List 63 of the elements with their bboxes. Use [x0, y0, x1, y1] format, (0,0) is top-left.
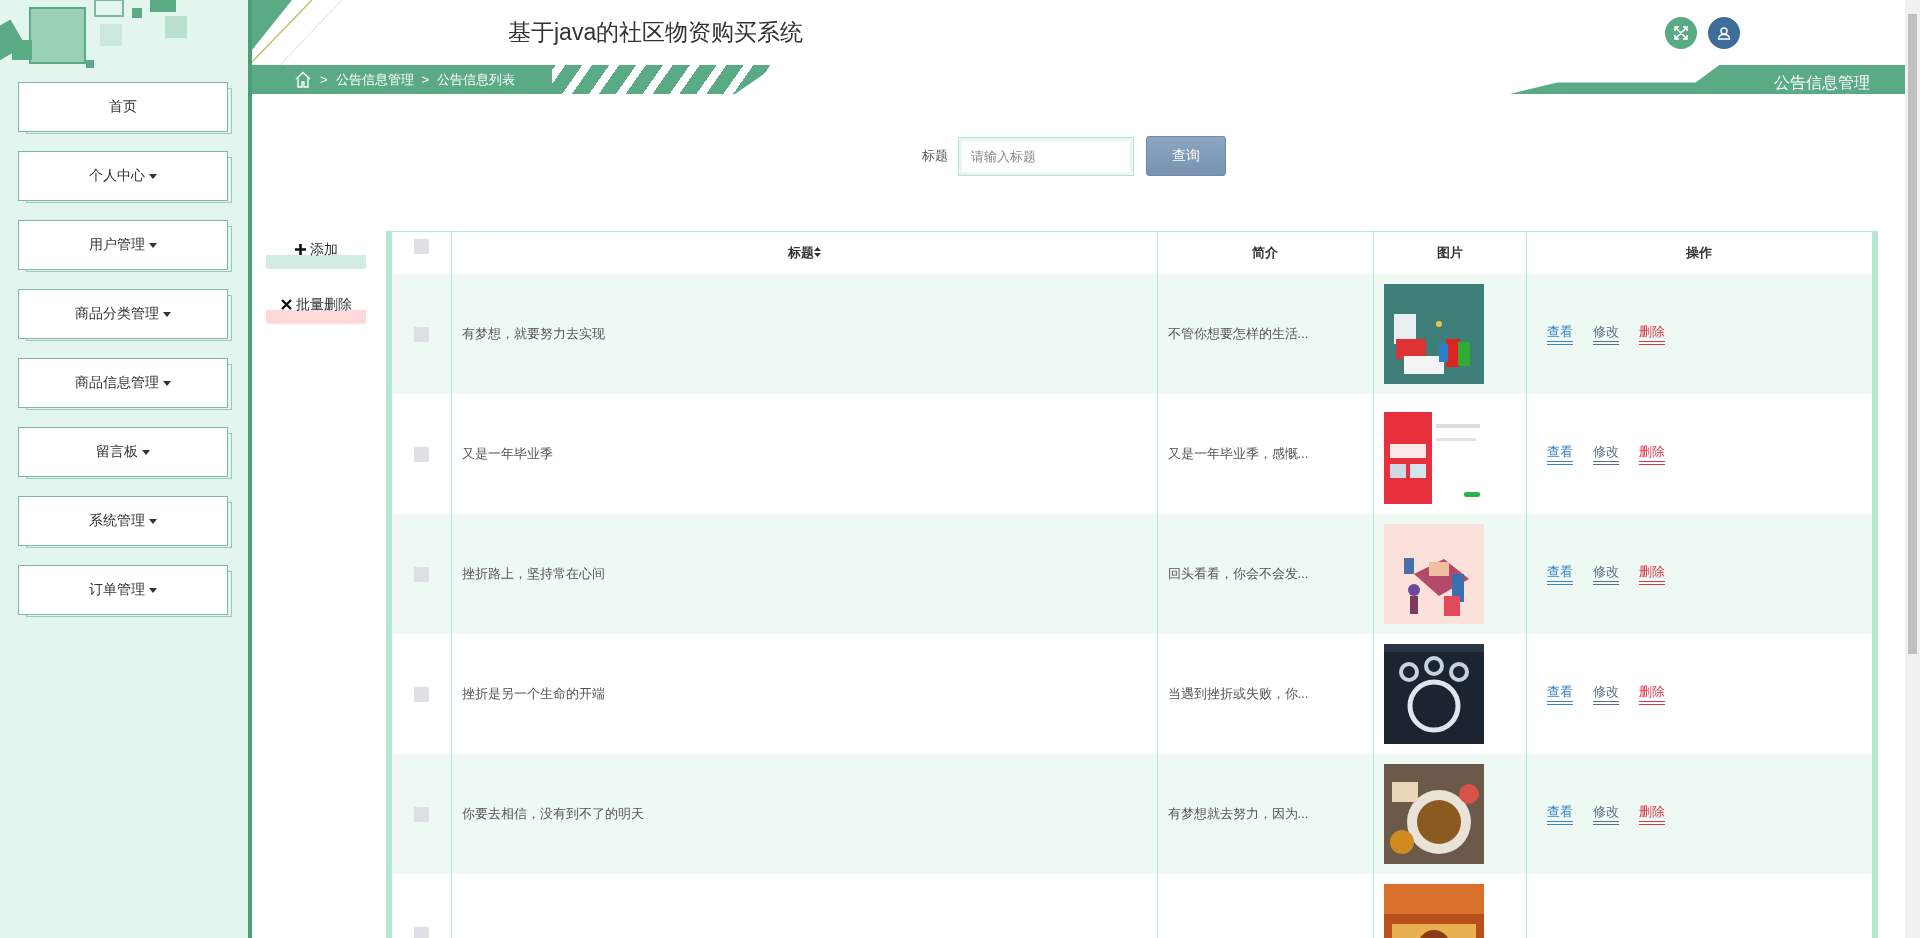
- search-label: 标题: [921, 147, 948, 165]
- view-link[interactable]: 查看: [1546, 683, 1573, 705]
- intro-cell: 当遇到挫折或失败，你...: [1167, 686, 1309, 701]
- intro-cell: 回头看看，你会不会发...: [1167, 566, 1309, 581]
- row-checkbox[interactable]: [413, 806, 429, 822]
- query-button[interactable]: 查询: [1145, 136, 1226, 176]
- edit-link[interactable]: 修改: [1592, 803, 1619, 825]
- title-cell: 你要去相信，没有到不了的明天: [461, 806, 644, 821]
- edit-link[interactable]: 修改: [1592, 683, 1619, 705]
- edit-link[interactable]: 修改: [1592, 563, 1619, 585]
- delete-link[interactable]: 删除: [1638, 563, 1665, 585]
- intro-cell: 有梦想就去努力，因为...: [1167, 806, 1309, 821]
- plus-icon: [294, 244, 306, 255]
- select-all-checkbox[interactable]: [413, 238, 429, 254]
- row-checkbox[interactable]: [413, 926, 429, 938]
- column-header: 图片: [1436, 245, 1463, 260]
- sort-icon[interactable]: [813, 247, 821, 257]
- row-checkbox[interactable]: [413, 566, 429, 582]
- fullscreen-button[interactable]: [1665, 16, 1697, 49]
- delete-link[interactable]: 删除: [1638, 803, 1665, 825]
- caret-icon: [142, 449, 150, 455]
- breadcrumb-separator: >: [320, 72, 328, 87]
- close-icon: [280, 299, 292, 310]
- view-link[interactable]: 查看: [1546, 443, 1573, 465]
- delete-link[interactable]: 删除: [1638, 443, 1665, 465]
- scrollbar-thumb[interactable]: [1908, 14, 1917, 654]
- column-header: 操作: [1686, 245, 1713, 260]
- caret-icon: [163, 311, 171, 317]
- title-cell: 又是一年毕业季: [461, 446, 553, 461]
- intro-cell: 不管你想要怎样的生活...: [1167, 326, 1309, 341]
- title-cell: 挫折路上，坚持常在心间: [461, 566, 605, 581]
- view-link[interactable]: 查看: [1546, 563, 1573, 585]
- home-icon[interactable]: [294, 71, 312, 88]
- edit-link[interactable]: 修改: [1592, 323, 1619, 345]
- add-button[interactable]: 添加: [266, 241, 366, 269]
- breadcrumb-link[interactable]: 公告信息列表: [437, 70, 516, 89]
- edit-link[interactable]: 修改: [1592, 443, 1619, 465]
- column-header[interactable]: 标题: [787, 245, 814, 260]
- title-cell: 挫折是另一个生命的开端: [461, 686, 605, 701]
- breadcrumb-link[interactable]: 公告信息管理: [335, 70, 414, 89]
- column-header: 简介: [1252, 245, 1278, 260]
- row-checkbox[interactable]: [413, 686, 429, 702]
- caret-icon: [149, 173, 157, 179]
- intro-cell: 又是一年毕业季，感慨...: [1167, 446, 1309, 461]
- caret-icon: [149, 518, 157, 524]
- title-cell: 有梦想，就要努力去实现: [461, 326, 605, 341]
- view-link[interactable]: 查看: [1546, 803, 1573, 825]
- delete-link[interactable]: 删除: [1638, 323, 1665, 345]
- app-title: 基于java的社区物资购买系统: [508, 18, 805, 47]
- batch-delete-button[interactable]: 批量删除: [266, 296, 366, 324]
- caret-icon: [163, 380, 171, 386]
- row-checkbox[interactable]: [413, 326, 429, 342]
- delete-link[interactable]: 删除: [1638, 683, 1665, 705]
- scrollbar[interactable]: [1905, 0, 1920, 938]
- user-button[interactable]: [1708, 16, 1740, 49]
- search-field[interactable]: 请输入标题: [957, 136, 1134, 176]
- expand-icon: [1674, 25, 1688, 40]
- row-checkbox[interactable]: [413, 446, 429, 462]
- user-icon: [1717, 25, 1731, 40]
- caret-icon: [149, 587, 157, 593]
- breadcrumb-separator: >: [421, 72, 430, 87]
- view-link[interactable]: 查看: [1546, 323, 1573, 345]
- caret-icon: [149, 242, 157, 248]
